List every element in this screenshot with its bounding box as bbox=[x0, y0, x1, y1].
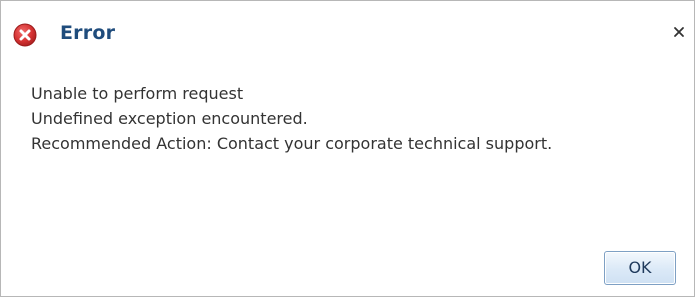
dialog-titlebar: Error bbox=[1, 1, 694, 63]
message-line: Undefined exception encountered. bbox=[31, 109, 308, 128]
error-dialog: Error Unable to perform request Undefine… bbox=[0, 0, 695, 297]
dialog-message: Unable to perform request Undefined exce… bbox=[31, 81, 671, 156]
ok-button[interactable]: OK bbox=[604, 251, 676, 285]
close-icon[interactable] bbox=[670, 23, 688, 41]
ok-button-label: OK bbox=[628, 258, 652, 277]
message-line: Unable to perform request bbox=[31, 84, 244, 103]
error-icon bbox=[13, 23, 37, 47]
dialog-title: Error bbox=[60, 22, 116, 44]
message-line: Recommended Action: Contact your corpora… bbox=[31, 134, 553, 153]
